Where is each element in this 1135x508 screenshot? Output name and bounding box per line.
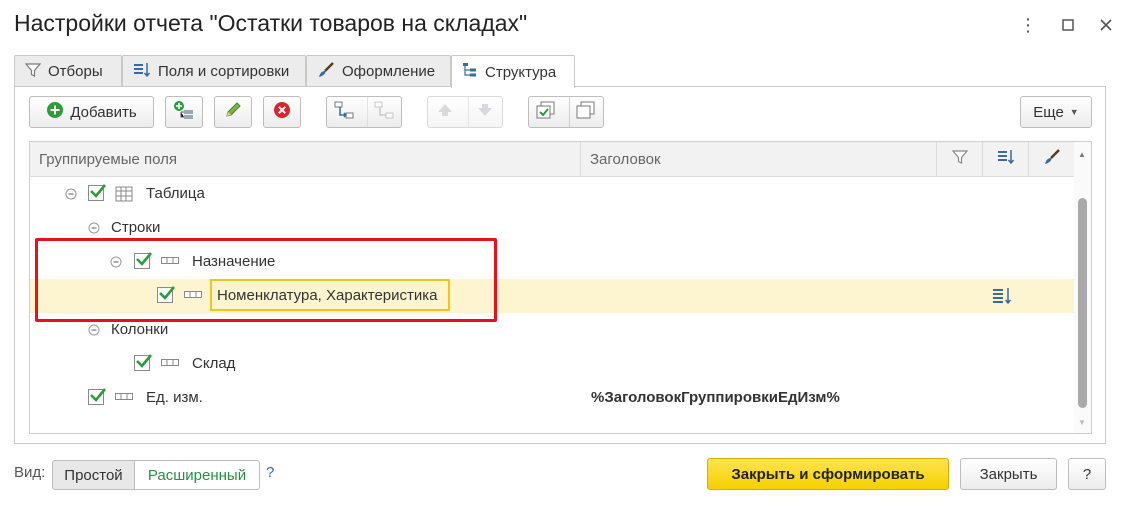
move-down-button[interactable] [467, 97, 503, 127]
group-move-icon [334, 100, 354, 124]
uncheck-all-icon [576, 101, 596, 123]
plus-circle-icon [46, 101, 64, 123]
delete-button[interactable] [263, 96, 301, 128]
view-advanced-button[interactable]: Расширенный [134, 460, 260, 490]
header-appearance-column[interactable] [1029, 142, 1075, 176]
sort-icon [133, 62, 151, 82]
checkbox-checked[interactable] [134, 354, 153, 371]
row-label: Строки [111, 219, 161, 236]
collapse-icon[interactable] [88, 324, 100, 336]
grouping-icon [161, 257, 179, 265]
structure-icon [462, 62, 478, 82]
tab-structure[interactable]: Структура [451, 55, 575, 88]
close-icon[interactable] [1093, 12, 1119, 38]
collapse-icon[interactable] [65, 188, 77, 200]
add-group-icon [173, 100, 195, 124]
collapse-icon[interactable] [88, 222, 100, 234]
tree-row-nomenclature[interactable] [30, 279, 1075, 313]
vertical-scrollbar[interactable]: ▲ ▼ [1074, 142, 1091, 433]
view-help-link[interactable]: ? [266, 464, 274, 481]
tab-appearance[interactable]: Оформление [306, 55, 451, 87]
tab-label: Структура [485, 63, 557, 81]
grouping-icon [184, 291, 202, 299]
structure-tree-grid: Группируемые поля Заголовок Таблица Стро… [29, 141, 1092, 434]
row-label: Таблица [146, 185, 205, 202]
row-label: Ед. изм. [146, 389, 203, 406]
more-button[interactable]: Еще ▼ [1020, 96, 1092, 128]
move-group-buttons [326, 96, 402, 128]
add-grouping-button[interactable] [165, 96, 203, 128]
check-buttons [528, 96, 604, 128]
grid-header: Группируемые поля Заголовок [30, 142, 1075, 177]
delete-circle-icon [273, 101, 291, 123]
sort-icon [997, 149, 1015, 169]
grouping-icon [161, 359, 179, 367]
tree-row-rows[interactable]: Строки [30, 211, 1075, 245]
filter-icon [951, 149, 968, 169]
tab-label: Поля и сортировки [158, 63, 290, 80]
header-sort-column[interactable] [983, 142, 1029, 176]
nomenclature-edit-field[interactable]: Номенклатура, Характеристика [210, 279, 450, 311]
check-all-icon [536, 101, 556, 123]
uncheck-all-button[interactable] [568, 97, 604, 127]
edit-button[interactable] [214, 96, 252, 128]
row-label: Колонки [111, 321, 169, 338]
dropdown-arrow-icon: ▼ [1069, 107, 1079, 117]
check-all-button[interactable] [529, 97, 563, 127]
pencil-icon [224, 101, 242, 123]
group-up-button[interactable] [327, 97, 361, 127]
move-up-button[interactable] [428, 97, 462, 127]
tab-label: Отборы [48, 63, 103, 80]
close-and-generate-button[interactable]: Закрыть и сформировать [707, 458, 949, 490]
row-title-value: %ЗаголовокГруппировкиЕдИзм% [591, 389, 840, 406]
arrow-up-icon [437, 102, 453, 122]
report-settings-window: Настройки отчета "Остатки товаров на скл… [0, 0, 1135, 508]
tree-row-unit[interactable]: Ед. изм. %ЗаголовокГруппировкиЕдИзм% [30, 381, 1075, 415]
scroll-down-icon[interactable]: ▼ [1078, 418, 1086, 427]
brush-icon [317, 61, 335, 82]
checkbox-checked[interactable] [88, 184, 107, 201]
sort-icon[interactable] [992, 287, 1012, 305]
header-filter-column[interactable] [937, 142, 983, 176]
header-title[interactable]: Заголовок [581, 142, 937, 176]
arrow-down-icon [477, 102, 493, 122]
checkbox-checked[interactable] [88, 388, 107, 405]
move-up-down-buttons [427, 96, 503, 128]
filter-icon [24, 62, 42, 82]
maximize-icon[interactable] [1055, 12, 1081, 38]
more-button-label: Еще [1033, 103, 1064, 121]
view-label: Вид: [14, 464, 46, 481]
collapse-icon[interactable] [110, 256, 122, 268]
tree-row-purpose[interactable]: Назначение [30, 245, 1075, 279]
checkbox-checked[interactable] [134, 252, 153, 269]
tree-row-table[interactable]: Таблица [30, 177, 1075, 211]
grouping-icon [115, 393, 133, 401]
group-down-button[interactable] [366, 97, 402, 127]
help-button[interactable]: ? [1068, 458, 1106, 490]
header-grouped-fields[interactable]: Группируемые поля [30, 142, 581, 176]
view-simple-button[interactable]: Простой [52, 460, 135, 490]
close-button[interactable]: Закрыть [960, 458, 1057, 490]
tab-label: Оформление [342, 63, 436, 80]
edit-field-value: Номенклатура, Характеристика [217, 286, 438, 304]
window-title: Настройки отчета "Остатки товаров на скл… [14, 10, 528, 36]
tab-filters[interactable]: Отборы [14, 55, 122, 87]
row-label: Склад [192, 355, 236, 372]
add-button-label: Добавить [70, 103, 137, 121]
tree-row-warehouse[interactable]: Склад [30, 347, 1075, 381]
tree-row-columns[interactable]: Колонки [30, 313, 1075, 347]
tab-fields-sorting[interactable]: Поля и сортировки [122, 55, 306, 87]
scroll-up-icon[interactable]: ▲ [1078, 150, 1086, 159]
add-button[interactable]: Добавить [29, 96, 154, 128]
ungroup-move-icon [374, 100, 394, 124]
more-menu-icon[interactable]: ⋮ [1015, 12, 1041, 38]
scrollbar-thumb[interactable] [1078, 198, 1087, 408]
brush-icon [1043, 149, 1061, 169]
row-label: Назначение [192, 253, 276, 270]
table-icon [115, 186, 133, 202]
checkbox-checked[interactable] [157, 286, 176, 303]
